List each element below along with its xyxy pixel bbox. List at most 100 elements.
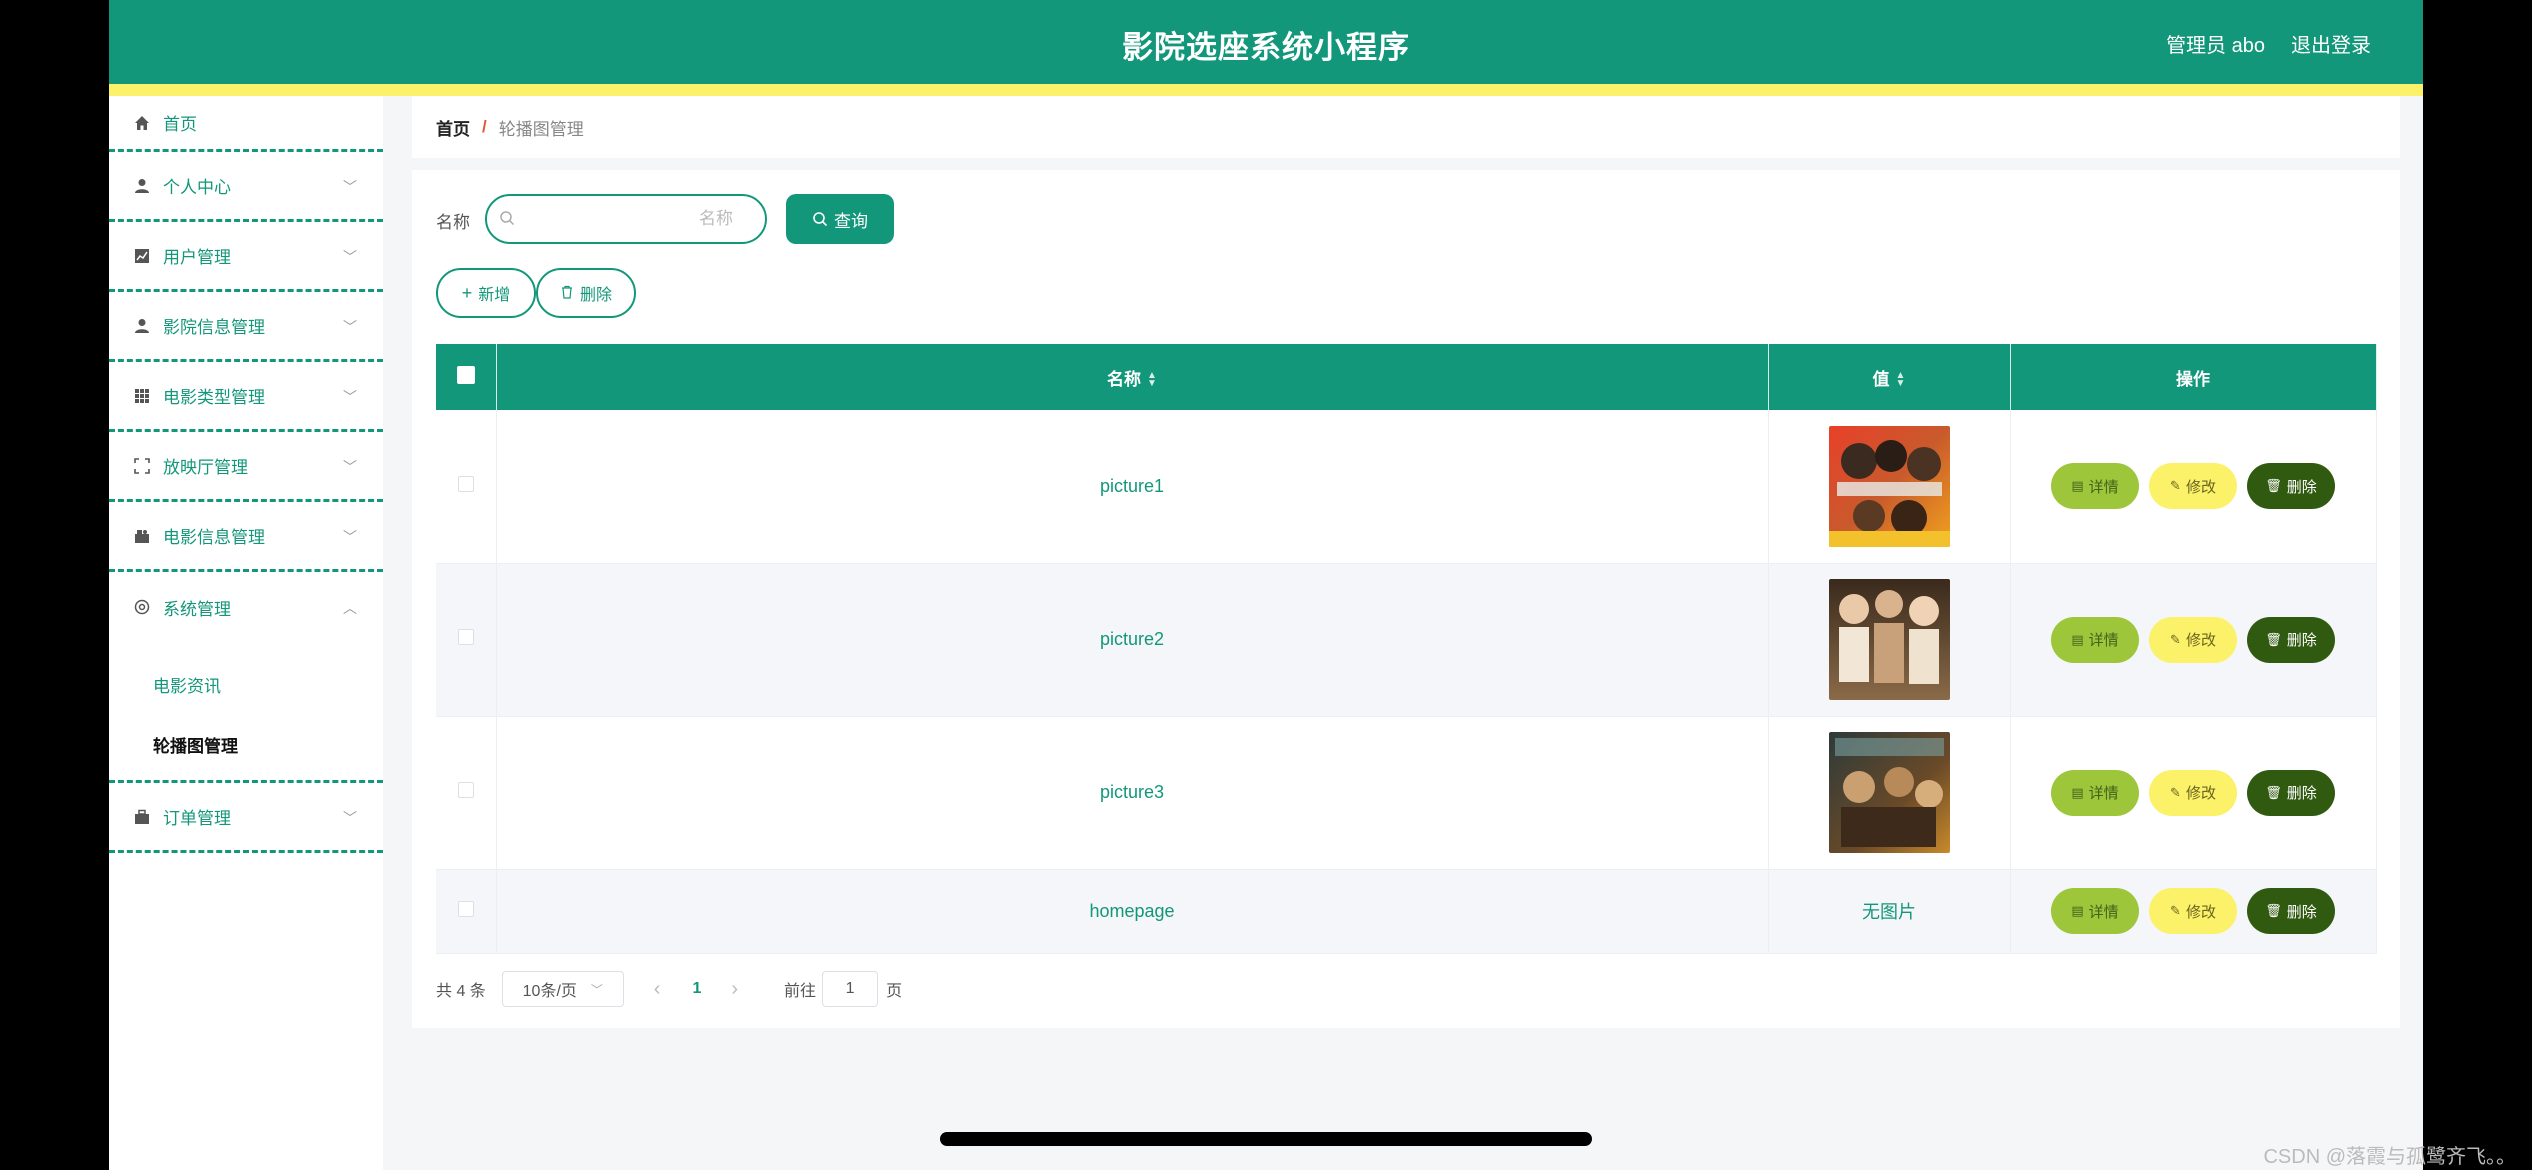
app-screen: 影院选座系统小程序 管理员 abo 退出登录 首页 个人中心 ﹀ 用户管理 ﹀ … bbox=[109, 0, 2423, 1170]
goto-page-input[interactable] bbox=[822, 971, 879, 1007]
column-header-name[interactable]: 名称 ▲ ▼ bbox=[496, 344, 1769, 410]
submenu-item-movie-news[interactable]: 电影资讯 bbox=[109, 654, 383, 714]
select-all-cell bbox=[436, 344, 497, 410]
table-row: picture1 ▤ 详情 ✎ 修改 🗑 删除 bbox=[436, 410, 2377, 564]
breadcrumb: 首页 / 轮播图管理 bbox=[412, 96, 2400, 158]
delete-label: 删除 bbox=[2286, 478, 2317, 496]
fullscreen-icon bbox=[133, 457, 151, 475]
breadcrumb-home[interactable]: 首页 bbox=[436, 115, 470, 140]
row-checkbox[interactable] bbox=[457, 475, 474, 492]
batch-delete-button[interactable]: 删除 bbox=[536, 268, 636, 318]
user-icon bbox=[133, 317, 151, 335]
settings-icon bbox=[133, 598, 151, 616]
delete-button[interactable]: 🗑 删除 bbox=[2247, 769, 2335, 816]
edit-icon: ✎ bbox=[2170, 903, 2181, 918]
page-unit-label: 页 bbox=[886, 983, 903, 1000]
page-size-value: 10条/页 bbox=[522, 983, 577, 1000]
add-button[interactable]: + 新增 bbox=[436, 268, 536, 318]
logout-link[interactable]: 退出登录 bbox=[2291, 29, 2371, 58]
delete-button[interactable]: 🗑 删除 bbox=[2247, 463, 2335, 510]
row-ops-cell: ▤ 详情 ✎ 修改 🗑 删除 bbox=[2010, 869, 2377, 954]
sidebar-item-label: 电影类型管理 bbox=[163, 388, 265, 407]
detail-button[interactable]: ▤ 详情 bbox=[2051, 616, 2139, 663]
sidebar-item-label: 订单管理 bbox=[163, 809, 231, 828]
row-checkbox[interactable] bbox=[457, 900, 474, 917]
sidebar-item-label: 电影信息管理 bbox=[163, 528, 265, 547]
chevron-down-icon: ﹀ bbox=[343, 528, 357, 545]
page-number[interactable]: 1 bbox=[692, 980, 701, 998]
row-image-cell bbox=[1768, 716, 2011, 870]
row-name: picture1 bbox=[496, 410, 1769, 564]
table-header-row: 名称 ▲ ▼ 值 ▲ ▼ 操作 bbox=[436, 344, 2377, 410]
carousel-image-thumbnail[interactable] bbox=[1828, 425, 1950, 547]
document-icon: ▤ bbox=[2071, 903, 2084, 918]
edit-button[interactable]: ✎ 修改 bbox=[2149, 888, 2237, 934]
home-indicator[interactable] bbox=[940, 1132, 1592, 1146]
detail-label: 详情 bbox=[2088, 632, 2119, 649]
submenu-item-carousel[interactable]: 轮播图管理 bbox=[109, 714, 383, 774]
edit-button[interactable]: ✎ 修改 bbox=[2149, 616, 2237, 663]
sidebar-item-users[interactable]: 用户管理 ﹀ bbox=[109, 222, 383, 292]
delete-button[interactable]: 🗑 删除 bbox=[2247, 888, 2335, 934]
search-input[interactable] bbox=[523, 204, 753, 234]
sidebar-item-personal[interactable]: 个人中心 ﹀ bbox=[109, 152, 383, 222]
sidebar-item-label: 首页 bbox=[163, 115, 197, 134]
row-name: picture2 bbox=[496, 563, 1769, 717]
sidebar-item-label: 用户管理 bbox=[163, 248, 231, 267]
query-button[interactable]: 查询 bbox=[786, 194, 894, 244]
sidebar-item-movie-type[interactable]: 电影类型管理 ﹀ bbox=[109, 362, 383, 432]
sidebar-item-label: 影院信息管理 bbox=[163, 318, 265, 337]
chart-icon bbox=[133, 247, 151, 265]
carousel-image-thumbnail[interactable] bbox=[1828, 732, 1950, 853]
admin-label: 管理员 abo bbox=[2166, 35, 2265, 57]
edit-button[interactable]: ✎ 修改 bbox=[2149, 463, 2237, 510]
row-checkbox[interactable] bbox=[457, 782, 474, 798]
prev-page-icon[interactable]: ‹ bbox=[654, 978, 661, 1001]
row-ops-cell: ▤ 详情 ✎ 修改 🗑 删除 bbox=[2010, 563, 2377, 717]
data-table: 名称 ▲ ▼ 值 ▲ ▼ 操作 picture1 ▤ 详情 ✎ 修改 🗑 删除 … bbox=[436, 344, 2377, 954]
row-value-text: 无图片 bbox=[1768, 869, 2011, 954]
app-title: 影院选座系统小程序 bbox=[1122, 30, 1410, 65]
watermark: CSDN @落霞与孤鹭齐飞。。 bbox=[2263, 1146, 2516, 1168]
sidebar-item-home[interactable]: 首页 bbox=[109, 96, 383, 152]
row-ops-cell: ▤ 详情 ✎ 修改 🗑 删除 bbox=[2010, 410, 2377, 564]
edit-button[interactable]: ✎ 修改 bbox=[2149, 769, 2237, 816]
row-select-cell bbox=[436, 410, 497, 564]
goto-label: 前往 bbox=[784, 983, 817, 1000]
plus-icon: + bbox=[461, 282, 473, 303]
delete-label: 删除 bbox=[2286, 903, 2317, 921]
content-card: 名称 查询 + 新增 删除 名称▲▼ 值▲▼ 操作 bbox=[412, 170, 2400, 1028]
sidebar-item-hall[interactable]: 放映厅管理 ﹀ bbox=[109, 432, 383, 502]
sidebar-item-movie-info[interactable]: 电影信息管理 ﹀ bbox=[109, 502, 383, 572]
select-all-checkbox[interactable] bbox=[456, 365, 475, 384]
trash-icon: 🗑 bbox=[2265, 903, 2282, 918]
edit-label: 修改 bbox=[2185, 785, 2216, 802]
column-value-label: 值 bbox=[1872, 369, 1890, 389]
detail-button[interactable]: ▤ 详情 bbox=[2051, 769, 2139, 816]
breadcrumb-separator: / bbox=[482, 117, 487, 136]
top-bar: 影院选座系统小程序 管理员 abo 退出登录 bbox=[109, 0, 2423, 84]
sidebar-item-cinema[interactable]: 影院信息管理 ﹀ bbox=[109, 292, 383, 362]
camera-icon bbox=[133, 527, 151, 545]
table-row: homepage 无图片 ▤ 详情 ✎ 修改 🗑 删除 bbox=[436, 869, 2377, 954]
edit-icon: ✎ bbox=[2170, 784, 2181, 800]
query-button-label: 查询 bbox=[834, 211, 868, 231]
chevron-down-icon: ﹀ bbox=[343, 388, 357, 405]
delete-label: 删除 bbox=[2286, 785, 2317, 802]
edit-label: 修改 bbox=[2185, 632, 2216, 649]
column-header-value[interactable]: 值 ▲ ▼ bbox=[1768, 344, 2011, 410]
sidebar-item-orders[interactable]: 订单管理 ﹀ bbox=[109, 783, 383, 853]
delete-button[interactable]: 🗑 删除 bbox=[2247, 616, 2335, 663]
next-page-icon[interactable]: › bbox=[731, 978, 738, 1001]
edit-icon: ✎ bbox=[2170, 478, 2181, 494]
detail-button[interactable]: ▤ 详情 bbox=[2051, 463, 2139, 510]
detail-button[interactable]: ▤ 详情 bbox=[2051, 888, 2139, 934]
page-size-select[interactable]: 10条/页 ﹀ bbox=[501, 971, 624, 1007]
sidebar-item-system[interactable]: 系统管理 ︿ bbox=[109, 572, 383, 642]
pagination: 共 4 条 10条/页 ﹀ ‹ 1 › 前往 页 bbox=[436, 970, 902, 1008]
row-checkbox[interactable] bbox=[457, 629, 474, 645]
row-image-cell bbox=[1768, 563, 2011, 717]
carousel-image-thumbnail[interactable] bbox=[1828, 579, 1950, 700]
detail-label: 详情 bbox=[2088, 785, 2119, 802]
column-header-ops: 操作 bbox=[2010, 344, 2377, 410]
